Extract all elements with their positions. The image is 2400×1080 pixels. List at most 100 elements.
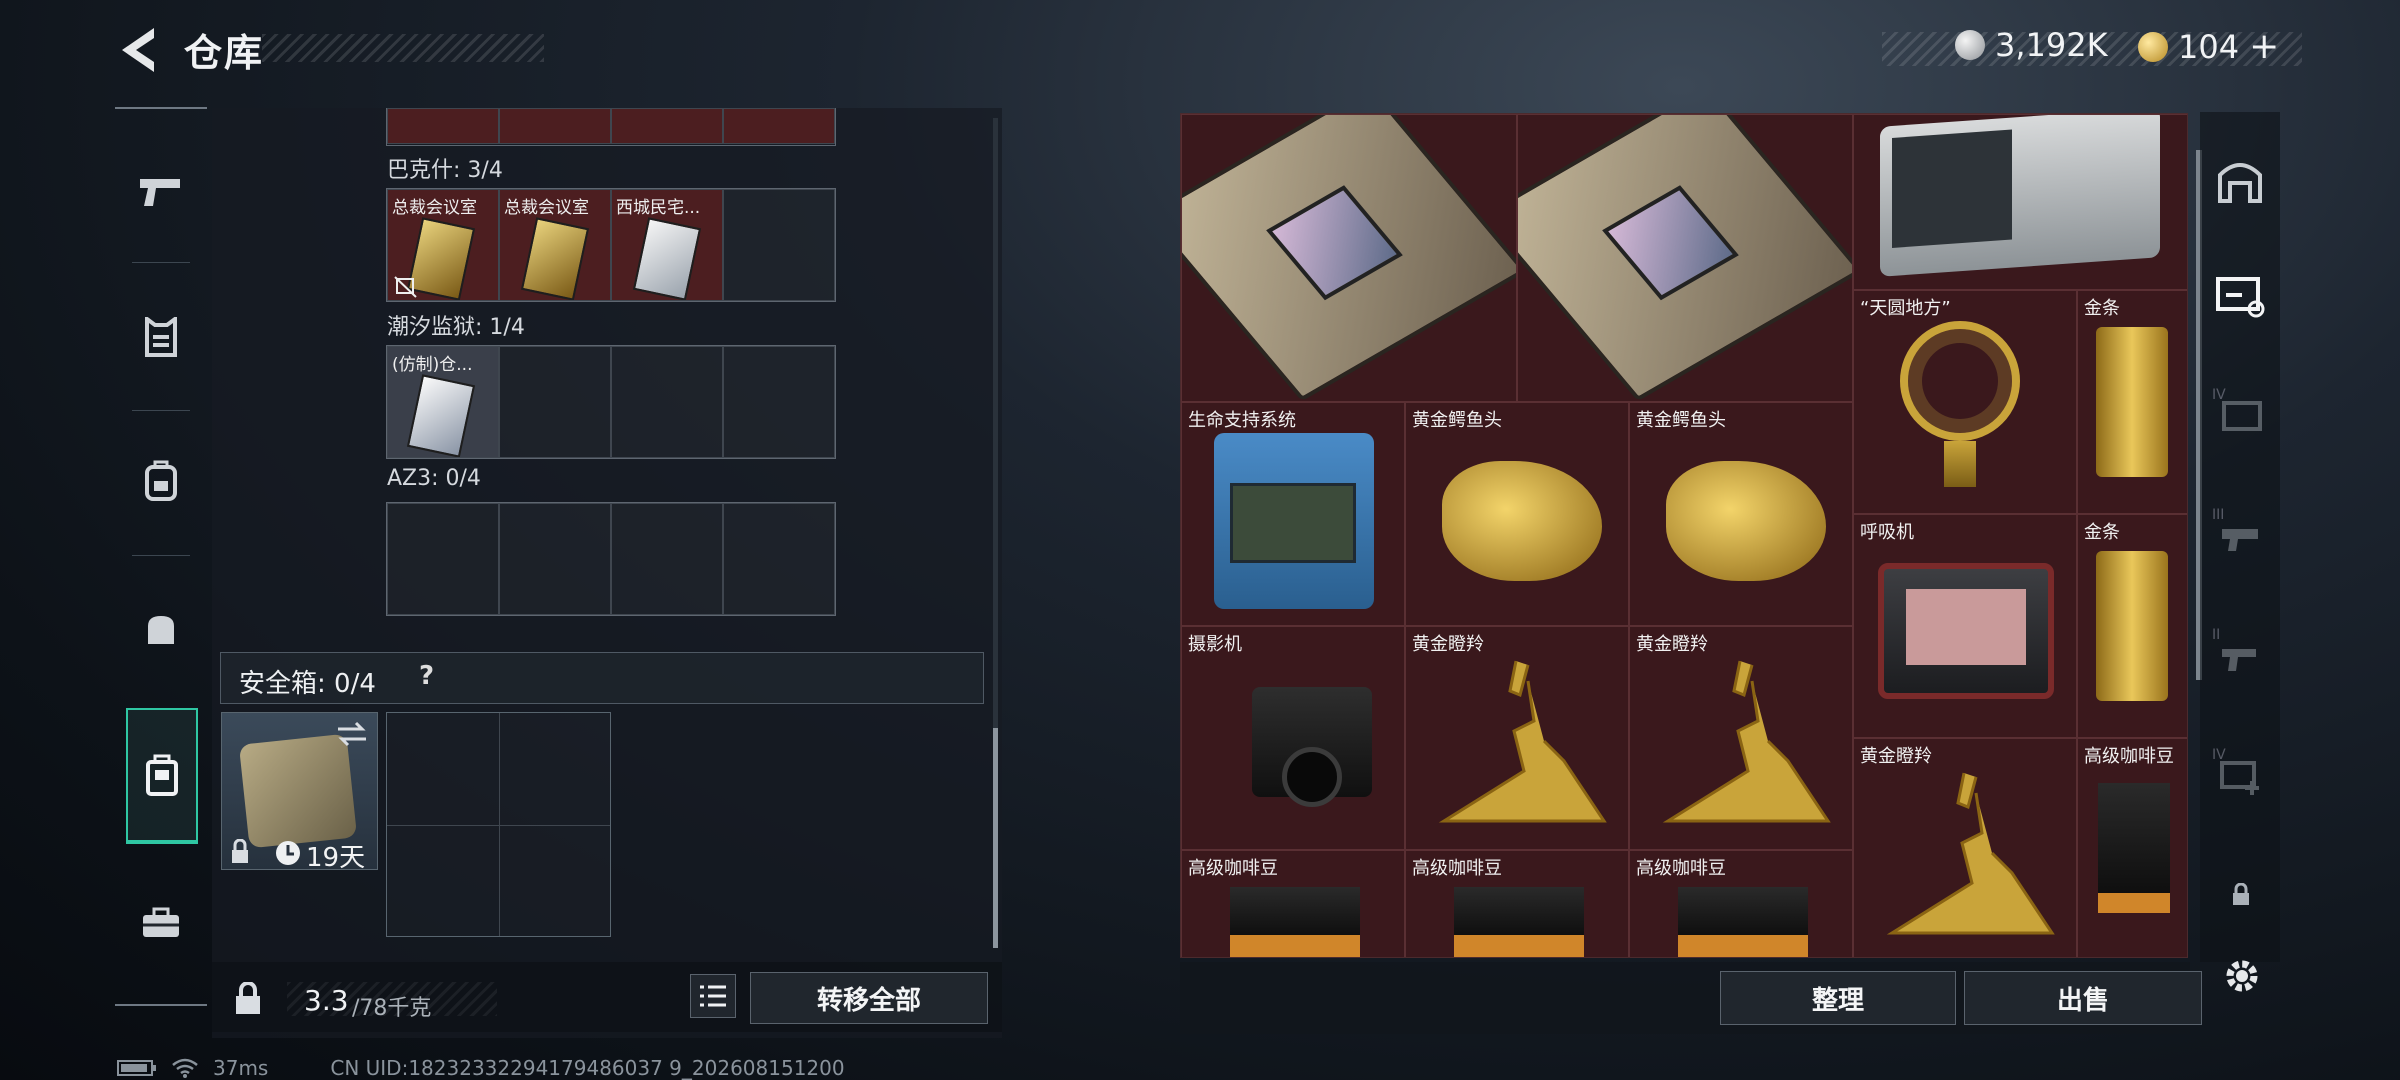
settings-button[interactable] — [2218, 952, 2266, 1000]
item-golden-gazelle[interactable]: 黄金瞪羚 — [1629, 626, 1853, 850]
help-button[interactable]: ? — [419, 661, 434, 691]
battery-icon — [117, 1060, 156, 1076]
nav-armor[interactable] — [126, 302, 196, 372]
item-server[interactable] — [1853, 114, 2187, 290]
item-coffee-beans[interactable]: 高级咖啡豆 — [1181, 850, 1405, 957]
chevron-left-icon — [122, 28, 154, 72]
item-camera[interactable]: 摄影机 — [1181, 626, 1405, 850]
nav-backpack[interactable] — [126, 446, 196, 516]
weight-max: /78千克 — [352, 996, 432, 1021]
safe-box-image — [238, 733, 358, 849]
life-support-image — [1214, 433, 1374, 609]
group-label-az3: AZ3: 0/4 — [387, 466, 481, 491]
nav-toolbox[interactable] — [126, 887, 196, 957]
gold-bar-image — [2096, 551, 2168, 701]
toolbox-icon — [143, 907, 179, 937]
currency-silver: 3,192K — [1955, 26, 2108, 64]
empty-slot[interactable] — [723, 189, 835, 301]
safe-box-grid[interactable] — [386, 712, 611, 937]
warehouse-icon — [2218, 163, 2262, 203]
swap-icon[interactable] — [336, 721, 368, 747]
empty-slot[interactable] — [611, 503, 723, 615]
item-graphics-card[interactable] — [1517, 114, 1853, 402]
item-ventilator[interactable]: 呼吸机 — [1853, 514, 2077, 738]
empty-slot[interactable] — [611, 346, 723, 458]
currency-gold[interactable]: 104 + — [2138, 26, 2279, 67]
item-golden-crocodile-head[interactable]: 黄金鳄鱼头 — [1629, 402, 1853, 626]
item-gold-bar[interactable]: 金条 — [2077, 514, 2187, 738]
empty-slot[interactable] — [723, 503, 835, 615]
item-golden-gazelle[interactable]: 黄金瞪羚 — [1405, 626, 1629, 850]
item-life-support[interactable]: 生命支持系统 — [1181, 402, 1405, 626]
back-button[interactable] — [116, 22, 160, 78]
lock-icon — [232, 839, 248, 863]
nav-pouch[interactable] — [126, 595, 196, 665]
item-golden-gazelle[interactable]: 黄金瞪羚 — [1853, 738, 2077, 957]
item-golden-crocodile-head[interactable]: 黄金鳄鱼头 — [1405, 402, 1629, 626]
empty-slot[interactable] — [723, 346, 835, 458]
pistol-tab-icon — [2222, 649, 2256, 671]
item-coffee-beans[interactable]: 高级咖啡豆 — [1405, 850, 1629, 957]
no-transfer-icon — [394, 276, 417, 298]
key-grid-prison: (仿制)仓... — [386, 345, 836, 459]
keycard-icon — [632, 217, 702, 300]
inventory-footer: 3.3 /78千克 转移全部 — [212, 962, 1002, 1032]
safe-box-label: 安全箱: 0/4 — [239, 669, 376, 699]
lock-icon — [2233, 883, 2249, 905]
key-grid-top — [386, 108, 836, 146]
croc-head-image — [1666, 461, 1826, 581]
empty-slot[interactable] — [499, 503, 611, 615]
camera-image — [1252, 687, 1372, 807]
keycard-slot[interactable]: (仿制)仓... — [387, 346, 499, 458]
inventory-scrollbar[interactable] — [993, 118, 998, 948]
storage-tab-keys[interactable] — [2210, 265, 2270, 325]
transfer-all-button[interactable]: 转移全部 — [750, 972, 988, 1024]
gazelle-image — [1886, 772, 2055, 935]
item-graphics-card[interactable] — [1181, 114, 1517, 402]
user-uid: CN UID:18232332294179486037 9_2026081512… — [330, 1056, 845, 1080]
armillary-sphere-image — [1900, 321, 2020, 441]
list-view-button[interactable] — [690, 974, 736, 1018]
storage-tab-4b[interactable]: IV — [2210, 745, 2270, 805]
add-gold-button[interactable]: + — [2249, 26, 2279, 67]
key-grid-az3 — [386, 502, 836, 616]
safe-box-duration: 19天 — [306, 843, 366, 873]
weight-value: 3.3 — [304, 984, 349, 1017]
storage-tab-3[interactable]: III — [2210, 505, 2270, 565]
empty-slot[interactable] — [499, 346, 611, 458]
keycard-slot[interactable]: 西城民宅... — [611, 189, 723, 301]
gazelle-image — [1438, 660, 1607, 823]
title-decoration — [262, 34, 544, 62]
safe-box-header: 安全箱: 0/4 ? — [220, 652, 984, 704]
nav-weapons[interactable] — [126, 157, 196, 227]
item-coffee-beans[interactable]: 高级咖啡豆 — [1629, 850, 1853, 957]
coffee-bag-image — [1678, 887, 1808, 957]
gear-icon — [2226, 960, 2258, 992]
item-coffee-beans[interactable]: 高级咖啡豆 — [2077, 738, 2187, 957]
ventilator-image — [1878, 563, 2054, 699]
page-title: 仓库 — [184, 31, 265, 75]
sort-button[interactable]: 整理 — [1720, 971, 1956, 1025]
key-grid-bakshi: 总裁会议室 总裁会议室 西城民宅... — [386, 188, 836, 302]
keycard-icon — [520, 217, 590, 300]
status-bar: 37ms CN UID:18232332294179486037 9_20260… — [117, 1056, 845, 1080]
clock-icon — [276, 841, 300, 865]
keycard-slot[interactable]: 总裁会议室 — [499, 189, 611, 301]
item-gold-bar[interactable]: 金条 — [2077, 290, 2187, 514]
nav-safe-box[interactable] — [126, 708, 198, 844]
silver-coin-icon — [1955, 30, 1985, 60]
storage-tab-main[interactable] — [2210, 150, 2270, 210]
wifi-icon — [172, 1058, 198, 1078]
empty-slot[interactable] — [387, 503, 499, 615]
gpu-image — [1182, 115, 1516, 401]
safe-box-item[interactable]: 19天 — [221, 712, 378, 873]
item-tianyuan-difang[interactable]: “天圆地方” — [1853, 290, 2077, 514]
silver-amount: 3,192K — [1995, 26, 2108, 64]
group-label-prison: 潮汐监狱: 1/4 — [387, 315, 525, 340]
keycard-slot[interactable]: 总裁会议室 — [387, 189, 499, 301]
gold-amount: 104 — [2178, 27, 2240, 66]
storage-tab-4a[interactable]: IV — [2210, 385, 2270, 445]
storage-tab-2[interactable]: II — [2210, 625, 2270, 685]
sell-button[interactable]: 出售 — [1964, 971, 2202, 1025]
ping-value: 37ms — [213, 1056, 269, 1080]
